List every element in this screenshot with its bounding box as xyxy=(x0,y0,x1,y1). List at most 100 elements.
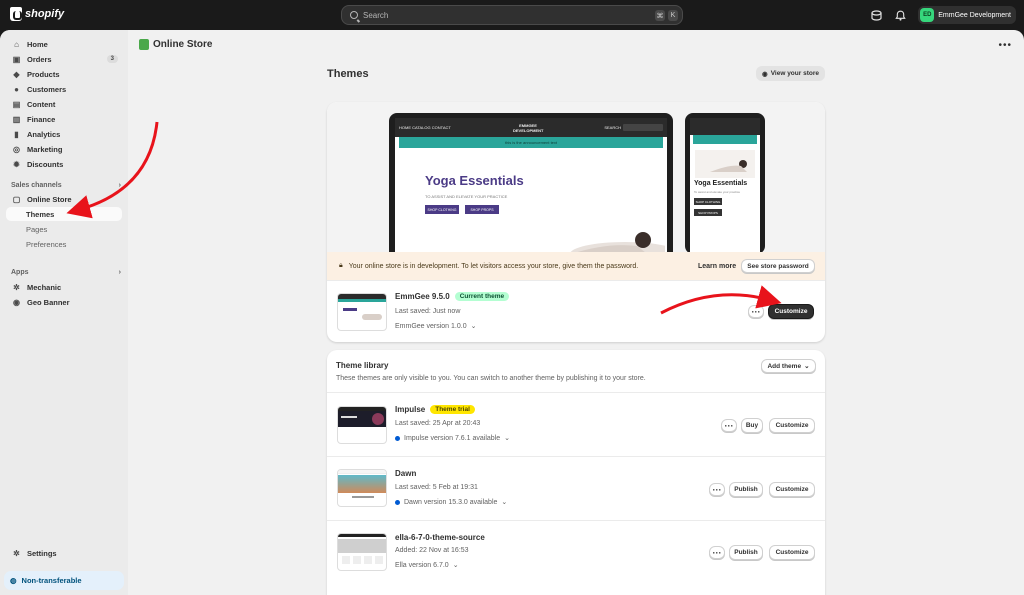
customize-button[interactable]: Customize xyxy=(769,545,815,560)
sidebar-item-content[interactable]: ▤ Content xyxy=(6,97,122,111)
online-store-icon xyxy=(139,39,149,50)
theme-version[interactable]: Ella version 6.7.0 ⌄ xyxy=(395,561,459,570)
see-store-password-button[interactable]: See store password xyxy=(741,259,815,273)
sidebar-item-pages[interactable]: Pages xyxy=(26,222,47,236)
theme-thumbnail xyxy=(337,469,387,507)
sidebar-item-products[interactable]: ◆ Products xyxy=(6,67,122,81)
sidebar-item-online-store[interactable]: ▢ Online Store xyxy=(6,192,122,206)
shortcut-key-k: K xyxy=(668,10,678,21)
search-input[interactable]: Search ⌘ K xyxy=(341,5,683,25)
apps-label: Apps xyxy=(11,268,29,276)
theme-name: Dawn xyxy=(395,469,416,478)
theme-name-text: Dawn xyxy=(395,469,417,478)
avatar: ED xyxy=(920,8,935,22)
sales-channels-header[interactable]: Sales channels › xyxy=(11,179,121,191)
sidebar-item-label: Themes xyxy=(26,209,55,219)
phone-announcement xyxy=(693,135,757,144)
publish-button[interactable]: Publish xyxy=(729,545,763,560)
dev-notice-banner: 🔒︎ Your online store is in development. … xyxy=(327,252,825,280)
online-store-icon: ▢ xyxy=(12,194,21,204)
preview-search-box xyxy=(623,124,663,131)
yoga-figure-image xyxy=(570,232,665,254)
sidebar-item-orders[interactable]: ▣ Orders 3 xyxy=(6,52,122,66)
eye-icon: ◉ xyxy=(762,70,768,78)
theme-version[interactable]: Dawn version 15.3.0 available ⌄ xyxy=(395,498,507,506)
sidebar-item-marketing[interactable]: ◎ Marketing xyxy=(6,142,122,156)
add-theme-label: Add theme xyxy=(767,362,802,370)
theme-preview[interactable]: HOME CATALOG CONTACT EMMGEE DEVELOPMENT … xyxy=(327,102,825,254)
preview-nav-link: CONTACT xyxy=(431,125,451,130)
sidebar-item-home[interactable]: ⌂ Home xyxy=(6,37,122,51)
sidebar-item-label: Marketing xyxy=(27,144,63,154)
view-store-button[interactable]: ◉ View your store xyxy=(756,66,825,81)
theme-library-card: Theme library These themes are only visi… xyxy=(327,350,825,595)
theme-name: ella-6-7-0-theme-source xyxy=(395,533,485,542)
theme-library-title: Theme library xyxy=(336,361,389,370)
more-actions-button[interactable]: ··· xyxy=(748,305,764,318)
sidebar-item-label: Finance xyxy=(27,114,56,124)
sidebar-item-preferences[interactable]: Preferences xyxy=(26,237,66,251)
sidebar-item-label: Online Store xyxy=(27,194,72,204)
orders-icon: ▣ xyxy=(12,54,21,64)
theme-row-ella: ella-6-7-0-theme-source Added: 22 Nov at… xyxy=(327,520,825,584)
sidebar-item-label: Orders xyxy=(27,54,52,64)
bell-icon[interactable] xyxy=(894,9,906,21)
sidebar-item-label: Discounts xyxy=(27,159,64,169)
publish-button[interactable]: Publish xyxy=(729,482,763,497)
dev-notice-text: Your online store is in development. To … xyxy=(348,262,639,270)
learn-more-link[interactable]: Learn more xyxy=(698,263,736,270)
customize-button[interactable]: Customize xyxy=(769,482,815,497)
sidebar-item-label: Customers xyxy=(27,84,67,94)
theme-name-text: EmmGee 9.5.0 xyxy=(395,292,450,301)
customize-button[interactable]: Customize xyxy=(769,418,815,433)
sidebar-item-settings[interactable]: ✲ Settings xyxy=(6,546,122,560)
gear-icon: ✲ xyxy=(13,548,20,558)
non-transferable-banner[interactable]: ◍ Non-transferable xyxy=(4,571,124,590)
chevron-down-icon: ⌄ xyxy=(470,323,477,330)
sidebar-item-themes[interactable]: Themes xyxy=(6,207,122,221)
lock-icon: 🔒︎ xyxy=(339,262,343,269)
sidebar-item-analytics[interactable]: ▮ Analytics xyxy=(6,127,122,141)
more-actions-button[interactable]: ··· xyxy=(721,419,737,432)
customize-button[interactable]: Customize xyxy=(768,304,814,319)
preview-shop-props: SHOP PROPS xyxy=(465,205,499,214)
preview-headline: Yoga Essentials xyxy=(425,173,524,188)
theme-version[interactable]: Impulse version 7.6.1 available ⌄ xyxy=(395,434,510,442)
brand-name: shopify xyxy=(25,8,65,20)
more-actions-button[interactable]: ··· xyxy=(709,546,725,559)
store-menu-button[interactable]: ED EmmGee Development xyxy=(918,6,1016,24)
more-actions-icon[interactable]: ••• xyxy=(998,40,1012,51)
buy-button[interactable]: Buy xyxy=(741,418,763,433)
sidebar-item-label: Geo Banner xyxy=(27,297,70,307)
store-name: EmmGee Development xyxy=(938,11,1011,19)
laptop-preview: HOME CATALOG CONTACT EMMGEE DEVELOPMENT … xyxy=(389,113,673,254)
chevron-down-icon: ⌄ xyxy=(501,499,508,506)
sidebar-item-discounts[interactable]: ✹ Discounts xyxy=(6,157,122,171)
theme-thumbnail xyxy=(337,293,387,331)
theme-name-text: ella-6-7-0-theme-source xyxy=(395,533,485,542)
sidebar-item-customers[interactable]: ● Customers xyxy=(6,82,122,96)
sidebar-item-label: Settings xyxy=(27,548,57,558)
theme-last-saved: Last saved: Just now xyxy=(395,308,461,315)
preview-subheadline: TO ASSIST AND ELEVATE YOUR PRACTICE xyxy=(425,194,508,199)
theme-version-text: Ella version 6.7.0 xyxy=(395,561,449,569)
main-content: Online Store ••• Themes ◉ View your stor… xyxy=(128,30,1024,595)
shopify-logo[interactable]: shopify xyxy=(10,7,64,21)
sidebar-item-geo-banner[interactable]: ◉ Geo Banner xyxy=(6,295,122,309)
theme-library-description: These themes are only visible to you. Yo… xyxy=(336,375,646,382)
page-title: Themes xyxy=(327,68,369,80)
current-theme-card: HOME CATALOG CONTACT EMMGEE DEVELOPMENT … xyxy=(327,102,825,342)
sidebar-item-label: Home xyxy=(27,39,48,49)
apps-header[interactable]: Apps › xyxy=(11,266,121,278)
globe-icon: ◍ xyxy=(10,576,17,585)
sales-channel-icon[interactable] xyxy=(870,9,882,21)
more-actions-button[interactable]: ··· xyxy=(709,483,725,496)
theme-version[interactable]: EmmGee version 1.0.0 ⌄ xyxy=(395,322,477,331)
current-theme-row: EmmGee 9.5.0 Current theme Last saved: J… xyxy=(327,280,825,342)
sidebar-item-finance[interactable]: ▥ Finance xyxy=(6,112,122,126)
theme-version-text: Impulse version 7.6.1 available xyxy=(404,434,501,442)
sidebar-item-mechanic[interactable]: ✲ Mechanic xyxy=(6,280,122,294)
theme-trial-badge: Theme trial xyxy=(430,405,475,414)
orders-count-badge: 3 xyxy=(106,55,118,63)
add-theme-button[interactable]: Add theme ⌄ xyxy=(761,359,816,373)
